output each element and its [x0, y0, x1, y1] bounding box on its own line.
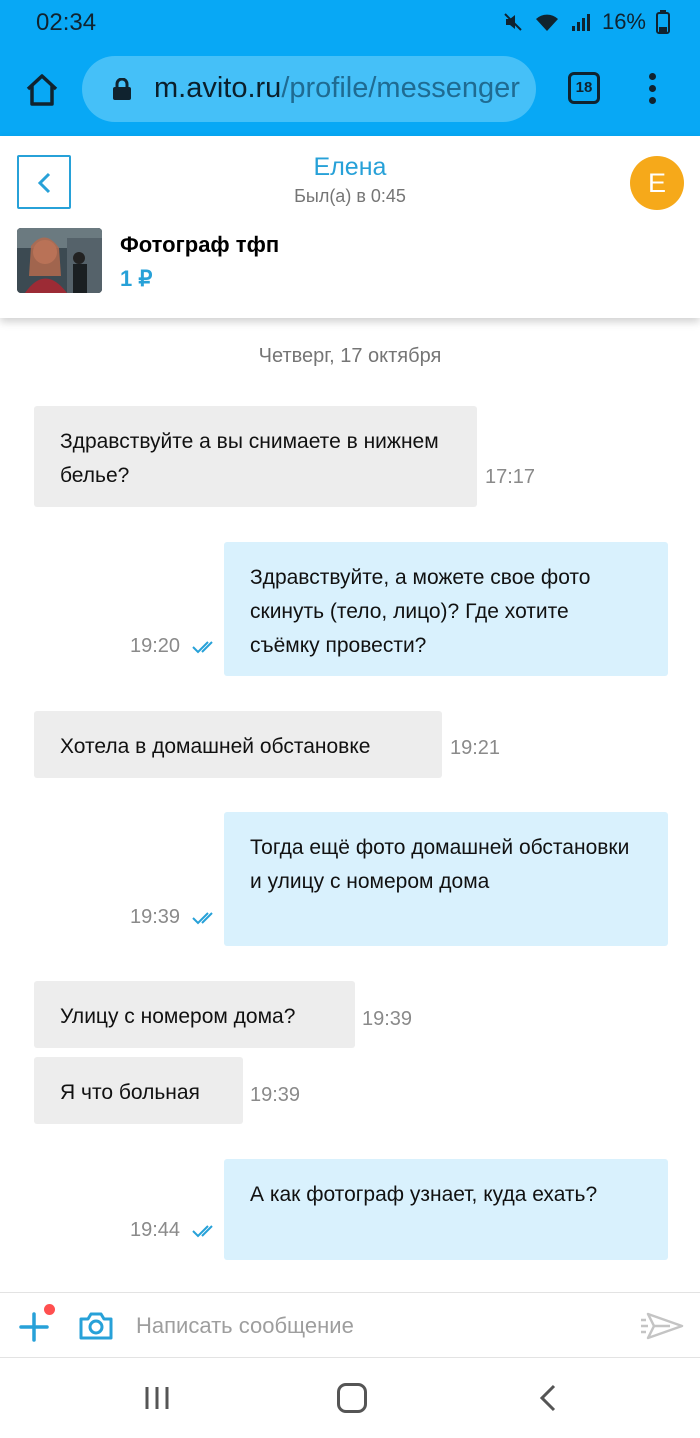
mute-icon: [502, 11, 524, 33]
message-text: А как фотограф узнает, куда ехать?: [250, 1183, 598, 1206]
chat-header: Елена Был(а) в 0:45 Е Фотограф тфп 1 ₽: [0, 136, 700, 318]
tabs-button[interactable]: 18: [568, 72, 600, 104]
signal-icon: [570, 11, 592, 33]
recent-apps-icon: [145, 1387, 169, 1409]
url-domain: m.avito.ru: [154, 72, 282, 104]
message-bubble-incoming[interactable]: Здравствуйте а вы снимаете в нижнем бель…: [34, 406, 477, 507]
send-icon: [641, 1312, 684, 1340]
camera-icon: [79, 1312, 113, 1340]
message-composer: [0, 1292, 700, 1358]
lock-icon: [112, 77, 132, 100]
contact-name[interactable]: Елена: [0, 153, 700, 182]
message-text: Хотела в домашней обстановке: [60, 735, 371, 758]
plus-icon: [19, 1312, 49, 1342]
message-list[interactable]: Четверг, 17 октября Здравствуйте а вы сн…: [0, 318, 700, 1292]
message-time: 19:39: [130, 906, 181, 928]
message-time: 19:44: [130, 1219, 181, 1241]
avatar[interactable]: Е: [630, 156, 684, 210]
message-bubble-incoming[interactable]: Я что больная: [34, 1057, 243, 1124]
message-text: Тогда ещё фото домашней обстановки и ули…: [250, 836, 630, 893]
ad-price: 1 ₽: [120, 266, 153, 291]
message-input[interactable]: [136, 1306, 616, 1346]
double-check-icon: [192, 641, 213, 654]
ad-thumbnail[interactable]: [17, 228, 102, 293]
message-text: Здравствуйте а вы снимаете в нижнем бель…: [60, 430, 439, 487]
message-time: 19:39: [250, 1084, 301, 1106]
battery-icon: [656, 10, 670, 34]
date-separator: Четверг, 17 октября: [258, 345, 442, 367]
notification-dot: [44, 1304, 55, 1315]
message-bubble-outgoing[interactable]: А как фотограф узнает, куда ехать?: [224, 1159, 668, 1260]
double-check-icon: [192, 912, 213, 925]
url-path: /profile/messenger: [281, 72, 520, 104]
battery-level: 16%: [601, 9, 646, 34]
status-bar: 02:34 16%: [0, 0, 700, 44]
back-nav-button[interactable]: [538, 1383, 558, 1413]
message-bubble-outgoing[interactable]: Здравствуйте, а можете свое фото скинуть…: [224, 542, 668, 676]
message-time: 17:17: [485, 466, 536, 488]
wifi-icon: [534, 11, 560, 33]
home-nav-button[interactable]: [337, 1383, 367, 1413]
url-text: m.avito.ru/profile/messenger: [154, 72, 520, 105]
ad-title[interactable]: Фотограф тфп: [120, 232, 279, 258]
system-nav-bar: [0, 1358, 700, 1438]
last-seen-status: Был(а) в 0:45: [294, 186, 406, 206]
status-icons: 16%: [502, 9, 670, 35]
message-bubble-incoming[interactable]: Хотела в домашней обстановке: [34, 711, 442, 778]
more-menu-button[interactable]: [640, 70, 664, 110]
address-bar[interactable]: m.avito.ru/profile/messenger: [82, 56, 536, 122]
message-bubble-outgoing[interactable]: Тогда ещё фото домашней обстановки и ули…: [224, 812, 668, 946]
message-bubble-incoming[interactable]: Улицу с номером дома?: [34, 981, 355, 1048]
home-icon: [26, 74, 58, 106]
message-time: 19:21: [450, 737, 501, 759]
message-time: 19:39: [362, 1008, 413, 1030]
message-text: Здравствуйте, а можете свое фото скинуть…: [250, 566, 591, 657]
back-arrow-icon: [539, 1384, 556, 1412]
double-check-icon: [192, 1225, 213, 1238]
message-text: Я что больная: [60, 1081, 200, 1104]
camera-button[interactable]: [78, 1311, 114, 1341]
message-text: Улицу с номером дома?: [60, 1005, 296, 1028]
home-button[interactable]: [22, 70, 62, 110]
send-button[interactable]: [640, 1310, 686, 1342]
recent-apps-button[interactable]: [144, 1385, 170, 1411]
status-time: 02:34: [36, 9, 97, 36]
message-time: 19:20: [130, 635, 181, 657]
browser-toolbar: m.avito.ru/profile/messenger 18: [0, 44, 700, 136]
attach-button[interactable]: [18, 1311, 50, 1343]
